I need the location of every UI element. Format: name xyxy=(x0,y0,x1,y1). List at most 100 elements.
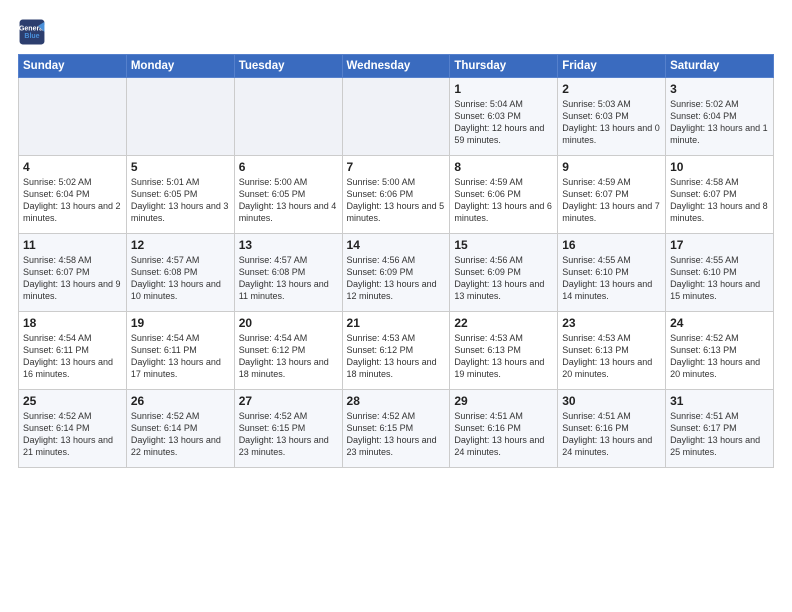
day-number: 19 xyxy=(131,316,230,330)
logo: General Blue xyxy=(18,18,50,46)
calendar-cell xyxy=(126,78,234,156)
day-number: 28 xyxy=(347,394,446,408)
cell-details: Sunrise: 4:54 AMSunset: 6:11 PMDaylight:… xyxy=(131,332,230,381)
calendar-cell: 23 Sunrise: 4:53 AMSunset: 6:13 PMDayligh… xyxy=(558,312,666,390)
calendar-cell: 29Sunrise: 4:51 AMSunset: 6:16 PMDayligh… xyxy=(450,390,558,468)
calendar-cell: 7 Sunrise: 5:00 AMSunset: 6:06 PMDaylight… xyxy=(342,156,450,234)
weekday-header-wednesday: Wednesday xyxy=(342,55,450,78)
weekday-header-saturday: Saturday xyxy=(666,55,774,78)
cell-details: Sunrise: 4:53 AMSunset: 6:13 PMDaylight:… xyxy=(562,332,661,381)
header: General Blue xyxy=(18,18,774,46)
week-row-2: 4Sunrise: 5:02 AMSunset: 6:04 PMDaylight… xyxy=(19,156,774,234)
cell-details: Sunrise: 4:56 AMSunset: 6:09 PMDaylight:… xyxy=(454,254,553,303)
calendar-cell: 21 Sunrise: 4:53 AMSunset: 6:12 PMDayligh… xyxy=(342,312,450,390)
day-number: 2 xyxy=(562,82,661,96)
day-number: 26 xyxy=(131,394,230,408)
day-number: 6 xyxy=(239,160,338,174)
cell-details: Sunrise: 4:59 AMSunset: 6:06 PMDaylight:… xyxy=(454,176,553,225)
day-number: 10 xyxy=(670,160,769,174)
calendar-cell: 2 Sunrise: 5:03 AMSunset: 6:03 PMDaylight… xyxy=(558,78,666,156)
calendar-cell: 11 Sunrise: 4:58 AMSunset: 6:07 PMDayligh… xyxy=(19,234,127,312)
cell-details: Sunrise: 4:56 AMSunset: 6:09 PMDaylight:… xyxy=(347,254,446,303)
day-number: 11 xyxy=(23,238,122,252)
calendar-cell: 26 Sunrise: 4:52 AMSunset: 6:14 PMDayligh… xyxy=(126,390,234,468)
cell-details: Sunrise: 4:58 AMSunset: 6:07 PMDaylight:… xyxy=(23,254,122,303)
calendar-cell: 31 Sunrise: 4:51 AMSunset: 6:17 PMDayligh… xyxy=(666,390,774,468)
day-number: 15 xyxy=(454,238,553,252)
calendar-cell: 27 Sunrise: 4:52 AMSunset: 6:15 PMDayligh… xyxy=(234,390,342,468)
day-number: 25 xyxy=(23,394,122,408)
cell-details: Sunrise: 4:58 AMSunset: 6:07 PMDaylight:… xyxy=(670,176,769,225)
cell-details: Sunrise: 5:02 AMSunset: 6:04 PMDaylight:… xyxy=(670,98,769,147)
calendar-cell: 1 Sunrise: 5:04 AMSunset: 6:03 PMDaylight… xyxy=(450,78,558,156)
svg-text:Blue: Blue xyxy=(24,33,39,40)
calendar-cell: 8Sunrise: 4:59 AMSunset: 6:06 PMDaylight… xyxy=(450,156,558,234)
day-number: 3 xyxy=(670,82,769,96)
day-number: 22 xyxy=(454,316,553,330)
cell-details: Sunrise: 4:57 AMSunset: 6:08 PMDaylight:… xyxy=(239,254,338,303)
weekday-header-sunday: Sunday xyxy=(19,55,127,78)
calendar-cell: 17Sunrise: 4:55 AMSunset: 6:10 PMDayligh… xyxy=(666,234,774,312)
calendar-cell: 5Sunrise: 5:01 AMSunset: 6:05 PMDaylight… xyxy=(126,156,234,234)
calendar-cell: 24Sunrise: 4:52 AMSunset: 6:13 PMDayligh… xyxy=(666,312,774,390)
calendar-cell xyxy=(342,78,450,156)
day-number: 30 xyxy=(562,394,661,408)
calendar-cell: 30 Sunrise: 4:51 AMSunset: 6:16 PMDayligh… xyxy=(558,390,666,468)
cell-details: Sunrise: 4:59 AMSunset: 6:07 PMDaylight:… xyxy=(562,176,661,225)
cell-details: Sunrise: 4:52 AMSunset: 6:14 PMDaylight:… xyxy=(131,410,230,459)
cell-details: Sunrise: 4:52 AMSunset: 6:15 PMDaylight:… xyxy=(239,410,338,459)
day-number: 21 xyxy=(347,316,446,330)
calendar-cell: 25 Sunrise: 4:52 AMSunset: 6:14 PMDayligh… xyxy=(19,390,127,468)
week-row-4: 18 Sunrise: 4:54 AMSunset: 6:11 PMDayligh… xyxy=(19,312,774,390)
calendar-cell: 14 Sunrise: 4:56 AMSunset: 6:09 PMDayligh… xyxy=(342,234,450,312)
day-number: 17 xyxy=(670,238,769,252)
cell-details: Sunrise: 4:53 AMSunset: 6:13 PMDaylight:… xyxy=(454,332,553,381)
cell-details: Sunrise: 5:00 AMSunset: 6:05 PMDaylight:… xyxy=(239,176,338,225)
day-number: 12 xyxy=(131,238,230,252)
day-number: 9 xyxy=(562,160,661,174)
cell-details: Sunrise: 4:57 AMSunset: 6:08 PMDaylight:… xyxy=(131,254,230,303)
weekday-header-friday: Friday xyxy=(558,55,666,78)
calendar-cell: 10 Sunrise: 4:58 AMSunset: 6:07 PMDayligh… xyxy=(666,156,774,234)
day-number: 5 xyxy=(131,160,230,174)
day-number: 14 xyxy=(347,238,446,252)
day-number: 27 xyxy=(239,394,338,408)
week-row-5: 25 Sunrise: 4:52 AMSunset: 6:14 PMDayligh… xyxy=(19,390,774,468)
calendar-cell: 16 Sunrise: 4:55 AMSunset: 6:10 PMDayligh… xyxy=(558,234,666,312)
cell-details: Sunrise: 5:04 AMSunset: 6:03 PMDaylight:… xyxy=(454,98,553,147)
day-number: 23 xyxy=(562,316,661,330)
calendar-cell: 12 Sunrise: 4:57 AMSunset: 6:08 PMDayligh… xyxy=(126,234,234,312)
calendar-cell: 13 Sunrise: 4:57 AMSunset: 6:08 PMDayligh… xyxy=(234,234,342,312)
day-number: 13 xyxy=(239,238,338,252)
day-number: 24 xyxy=(670,316,769,330)
cell-details: Sunrise: 5:00 AMSunset: 6:06 PMDaylight:… xyxy=(347,176,446,225)
calendar-cell xyxy=(19,78,127,156)
calendar-cell: 20Sunrise: 4:54 AMSunset: 6:12 PMDayligh… xyxy=(234,312,342,390)
calendar-cell xyxy=(234,78,342,156)
weekday-header-tuesday: Tuesday xyxy=(234,55,342,78)
day-number: 1 xyxy=(454,82,553,96)
day-number: 16 xyxy=(562,238,661,252)
calendar-cell: 9 Sunrise: 4:59 AMSunset: 6:07 PMDaylight… xyxy=(558,156,666,234)
weekday-header-row: SundayMondayTuesdayWednesdayThursdayFrid… xyxy=(19,55,774,78)
cell-details: Sunrise: 4:52 AMSunset: 6:14 PMDaylight:… xyxy=(23,410,122,459)
calendar-cell: 18Sunrise: 4:54 AMSunset: 6:11 PMDayligh… xyxy=(19,312,127,390)
day-number: 31 xyxy=(670,394,769,408)
cell-details: Sunrise: 4:53 AMSunset: 6:12 PMDaylight:… xyxy=(347,332,446,381)
calendar-cell: 22 Sunrise: 4:53 AMSunset: 6:13 PMDayligh… xyxy=(450,312,558,390)
cell-details: Sunrise: 4:51 AMSunset: 6:17 PMDaylight:… xyxy=(670,410,769,459)
day-number: 7 xyxy=(347,160,446,174)
logo-icon: General Blue xyxy=(18,18,46,46)
cell-details: Sunrise: 5:03 AMSunset: 6:03 PMDaylight:… xyxy=(562,98,661,147)
cell-details: Sunrise: 4:51 AMSunset: 6:16 PMDaylight:… xyxy=(454,410,553,459)
calendar-cell: 15 Sunrise: 4:56 AMSunset: 6:09 PMDayligh… xyxy=(450,234,558,312)
calendar-cell: 28 Sunrise: 4:52 AMSunset: 6:15 PMDayligh… xyxy=(342,390,450,468)
calendar-cell: 6 Sunrise: 5:00 AMSunset: 6:05 PMDaylight… xyxy=(234,156,342,234)
cell-details: Sunrise: 4:51 AMSunset: 6:16 PMDaylight:… xyxy=(562,410,661,459)
calendar-page: General Blue SundayMondayTuesdayWednesda… xyxy=(0,0,792,612)
cell-details: Sunrise: 4:55 AMSunset: 6:10 PMDaylight:… xyxy=(562,254,661,303)
day-number: 18 xyxy=(23,316,122,330)
cell-details: Sunrise: 4:52 AMSunset: 6:15 PMDaylight:… xyxy=(347,410,446,459)
week-row-3: 11 Sunrise: 4:58 AMSunset: 6:07 PMDayligh… xyxy=(19,234,774,312)
cell-details: Sunrise: 5:02 AMSunset: 6:04 PMDaylight:… xyxy=(23,176,122,225)
